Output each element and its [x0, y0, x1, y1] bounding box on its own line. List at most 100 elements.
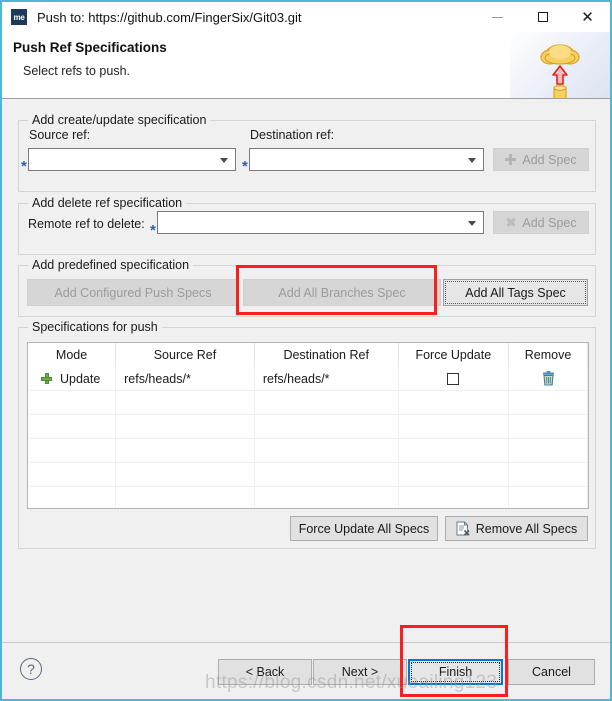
cell-source-ref: refs/heads/* [115, 367, 255, 391]
remove-all-specs-label: Remove All Specs [475, 521, 578, 536]
cell-empty [115, 486, 255, 508]
column-header-source-ref[interactable]: Source Ref [115, 343, 255, 367]
cell-empty [254, 438, 399, 463]
column-header-destination-ref[interactable]: Destination Ref [254, 343, 399, 367]
cell-force-update[interactable] [398, 367, 510, 391]
force-update-checkbox[interactable] [447, 373, 460, 386]
remote-ref-label: Remote ref to delete: [28, 217, 145, 231]
cell-empty [508, 486, 588, 508]
add-configured-push-specs-label: Add Configured Push Specs [54, 285, 212, 300]
dialog-header: Push Ref Specifications Select refs to p… [2, 32, 610, 99]
cell-empty [398, 438, 510, 463]
destination-ref-label: Destination ref: [250, 128, 335, 142]
destination-ref-required-marker: * [242, 158, 248, 175]
minimize-icon [492, 16, 503, 18]
minimize-button[interactable] [475, 2, 520, 32]
trash-icon[interactable] [542, 371, 555, 386]
cell-empty [115, 390, 255, 415]
create-update-group-title: Add create/update specification [28, 113, 211, 127]
chevron-down-icon [468, 220, 476, 226]
add-all-tags-spec-label: Add All Tags Spec [465, 285, 566, 300]
app-icon: me [11, 9, 27, 25]
remove-all-specs-button[interactable]: Remove All Specs [445, 516, 588, 541]
add-all-branches-spec-button[interactable]: Add All Branches Spec [243, 279, 441, 306]
next-button-label: Next > [341, 665, 379, 679]
cell-mode: Update [28, 367, 117, 391]
cell-empty [115, 462, 255, 487]
cell-destination-ref: refs/heads/* [254, 367, 399, 391]
page-title: Push Ref Specifications [13, 40, 167, 55]
cell-empty [398, 414, 510, 439]
cell-empty [28, 462, 117, 487]
add-all-branches-spec-label: Add All Branches Spec [278, 285, 406, 300]
finish-button[interactable]: Finish [408, 659, 503, 685]
column-header-force-update[interactable]: Force Update [398, 343, 510, 367]
cell-empty [115, 414, 255, 439]
table-row[interactable] [28, 390, 588, 415]
cancel-button-label: Cancel [532, 665, 571, 679]
predefined-spec-group-title: Add predefined specification [28, 258, 194, 272]
back-button[interactable]: < Back [218, 659, 312, 685]
table-row[interactable] [28, 486, 588, 508]
close-button[interactable]: ✕ [565, 2, 610, 32]
maximize-button[interactable] [520, 2, 565, 32]
cell-empty [28, 438, 117, 463]
table-row[interactable] [28, 438, 588, 463]
cell-empty [254, 414, 399, 439]
document-remove-icon [456, 521, 470, 536]
plus-icon [505, 154, 517, 165]
table-row[interactable] [28, 462, 588, 487]
title-bar: me Push to: https://github.com/FingerSix… [2, 2, 610, 32]
add-spec-create-button[interactable]: Add Spec [493, 148, 589, 171]
dialog-footer: ? < Back Next > Finish Cancel [2, 642, 610, 699]
add-all-tags-spec-button[interactable]: Add All Tags Spec [443, 279, 588, 306]
question-mark-icon[interactable]: ? [20, 658, 42, 680]
finish-button-label: Finish [438, 665, 473, 679]
cell-empty [115, 438, 255, 463]
chevron-down-icon [220, 157, 228, 163]
next-button[interactable]: Next > [313, 659, 407, 685]
column-header-remove[interactable]: Remove [508, 343, 588, 367]
cell-remove[interactable] [508, 367, 588, 391]
add-spec-create-label: Add Spec [522, 152, 577, 167]
cell-empty [398, 462, 510, 487]
cancel-button[interactable]: Cancel [508, 659, 595, 685]
force-update-all-specs-button[interactable]: Force Update All Specs [290, 516, 438, 541]
specifications-table[interactable]: Mode Source Ref Destination Ref Force Up… [27, 342, 589, 509]
plus-icon [41, 373, 52, 384]
cell-empty [254, 462, 399, 487]
dialog-body: Add create/update specification Source r… [2, 99, 610, 642]
source-ref-combo[interactable] [28, 148, 236, 171]
source-ref-label: Source ref: [29, 128, 91, 142]
add-spec-delete-label: Add Spec [522, 215, 577, 230]
cell-mode-label: Update [60, 371, 101, 386]
cell-empty [28, 486, 117, 508]
cell-empty [508, 462, 588, 487]
window-controls: ✕ [475, 2, 610, 32]
cell-empty [508, 390, 588, 415]
remote-ref-required-marker: * [150, 222, 156, 239]
remote-ref-combo[interactable] [157, 211, 484, 234]
add-spec-delete-button[interactable]: ✖ Add Spec [493, 211, 589, 234]
chevron-down-icon [468, 157, 476, 163]
source-ref-required-marker: * [21, 158, 27, 175]
delete-ref-group-title: Add delete ref specification [28, 196, 187, 210]
add-configured-push-specs-button[interactable]: Add Configured Push Specs [27, 279, 239, 306]
force-update-all-specs-label: Force Update All Specs [298, 521, 430, 536]
destination-ref-combo[interactable] [249, 148, 484, 171]
cell-empty [254, 390, 399, 415]
cell-empty [398, 486, 510, 508]
table-row[interactable] [28, 414, 588, 439]
cell-empty [254, 486, 399, 508]
column-header-mode[interactable]: Mode [28, 343, 117, 367]
cell-empty [508, 438, 588, 463]
cell-empty [28, 414, 117, 439]
maximize-icon [537, 12, 548, 22]
window-title: Push to: https://github.com/FingerSix/Gi… [37, 9, 302, 25]
back-button-label: < Back [245, 665, 285, 679]
table-header-row: Mode Source Ref Destination Ref Force Up… [28, 343, 588, 367]
table-row[interactable]: Update refs/heads/* refs/heads/* [28, 367, 588, 391]
x-icon: ✖ [505, 215, 517, 230]
close-icon: ✕ [581, 8, 594, 26]
page-subtitle: Select refs to push. [23, 64, 131, 78]
